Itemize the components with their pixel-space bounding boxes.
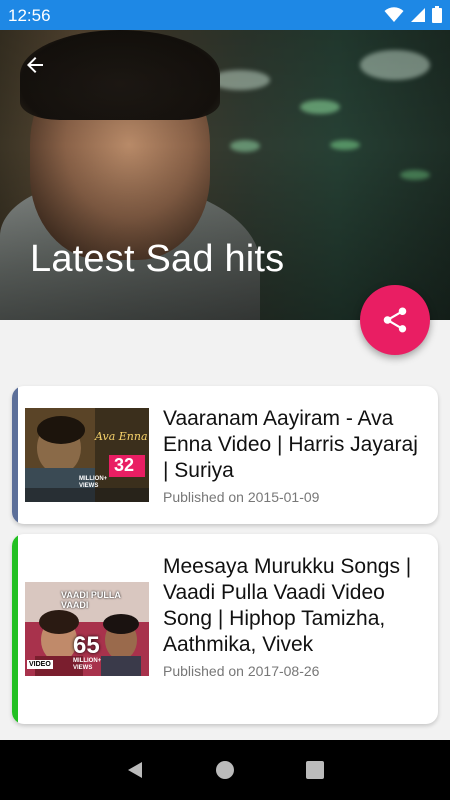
video-list: Ava Enna 32 MILLION+ VIEWS Vaaranam Aayi… [12,386,438,724]
share-button[interactable] [360,285,430,355]
thumbnail-view-count: 65 [73,632,100,659]
video-card[interactable]: VAADI PULLA VAADI 65 MILLION+ VIEWS VIDE… [12,534,438,724]
video-published-date: Published on 2017-08-26 [163,663,320,679]
battery-icon [432,6,442,23]
video-thumbnail: VAADI PULLA VAADI 65 MILLION+ VIEWS VIDE… [25,582,149,676]
navigation-bar [0,740,450,800]
card-accent [12,534,18,724]
thumbnail-view-count: 32 [114,455,135,475]
video-title: Vaaranam Aayiram - Ava Enna Video | Harr… [163,407,418,482]
thumbnail-caption: VAADI PULLA VAADI [61,590,121,610]
card-accent [12,386,18,524]
share-icon [383,307,407,333]
wifi-icon [384,6,404,22]
status-bar: 12:56 [0,0,450,30]
nav-recents-icon[interactable] [305,760,325,780]
status-icons [384,6,442,23]
back-button[interactable] [18,50,52,80]
video-title: Meesaya Murukku Songs | Vaadi Pulla Vaad… [163,555,412,656]
thumbnail-tag: VIDEO [27,660,53,669]
thumbnail-view-unit: MILLION+ VIEWS [73,658,102,671]
video-card[interactable]: Ava Enna 32 MILLION+ VIEWS Vaaranam Aayi… [12,386,438,524]
nav-home-icon[interactable] [215,760,235,780]
arrow-left-icon [27,57,43,73]
video-published-date: Published on 2015-01-09 [163,489,320,505]
thumbnail-view-unit: MILLION+ VIEWS [79,476,108,489]
page-title: Latest Sad hits [30,238,285,280]
signal-icon [411,7,425,22]
video-thumbnail: Ava Enna 32 MILLION+ VIEWS [25,408,149,502]
thumbnail-caption: Ava Enna [95,430,148,443]
nav-back-icon[interactable] [125,760,145,780]
status-time: 12:56 [8,6,51,25]
